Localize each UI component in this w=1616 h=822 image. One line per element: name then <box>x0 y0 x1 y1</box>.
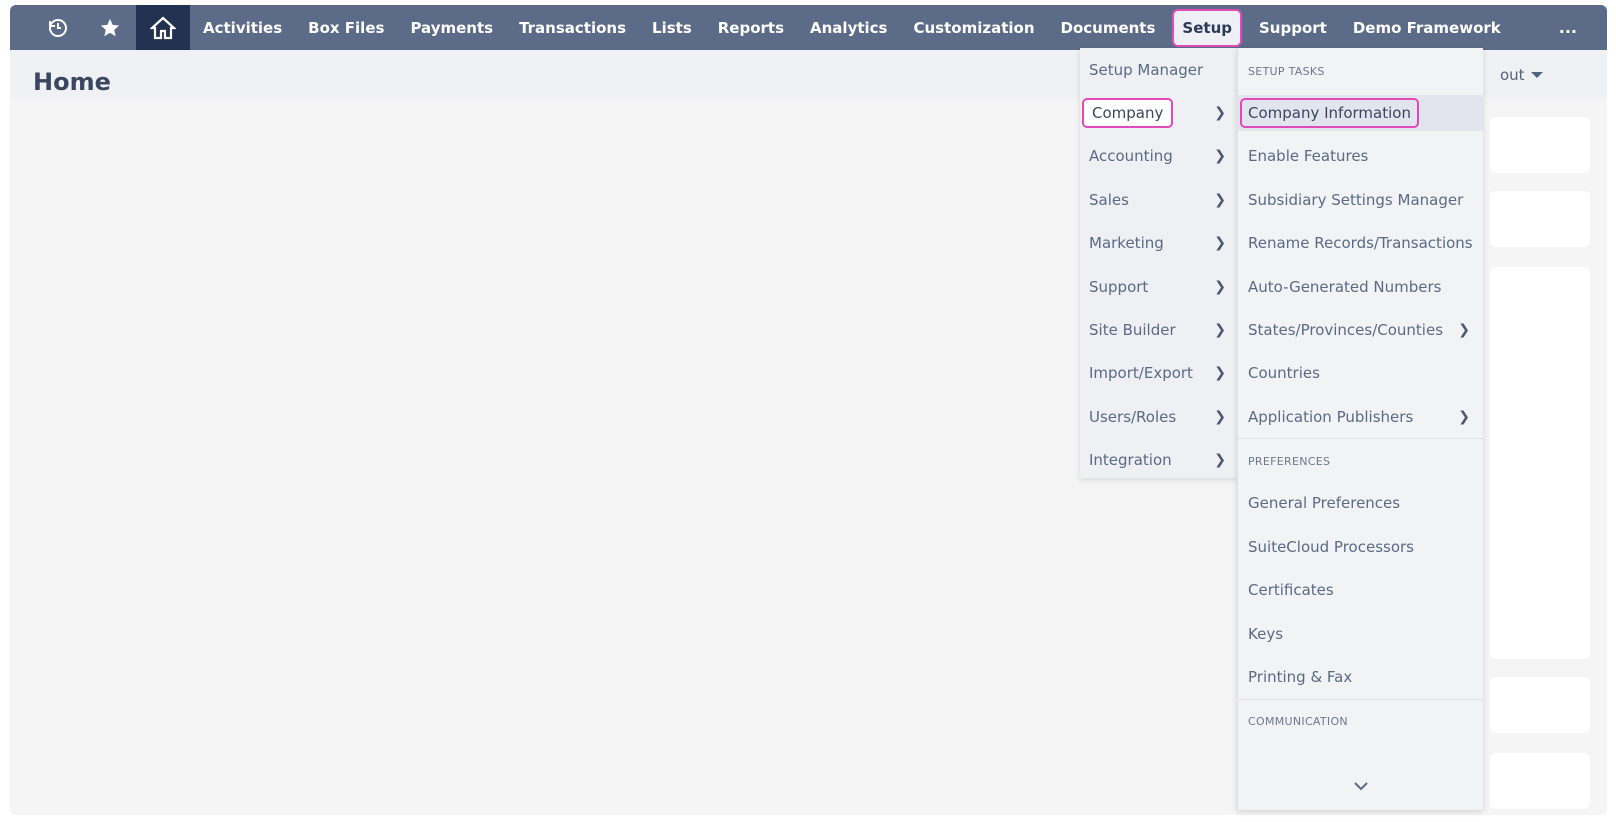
chevron-right-icon: ❯ <box>1214 235 1226 251</box>
home-icon[interactable] <box>136 5 190 50</box>
menu-sales[interactable]: Sales ❯ <box>1080 182 1240 218</box>
menu-item-label: Printing & Fax <box>1248 668 1353 686</box>
menu-item-label: Enable Features <box>1248 147 1369 165</box>
page-title: Home <box>33 68 111 96</box>
chevron-right-icon: ❯ <box>1214 365 1226 381</box>
menu-company-information[interactable]: Company Information <box>1238 95 1484 131</box>
nav-box-files[interactable]: Box Files <box>295 5 397 50</box>
menu-item-label: Keys <box>1248 625 1284 643</box>
chevron-right-icon: ❯ <box>1214 148 1226 164</box>
menu-item-label: Users/Roles <box>1089 408 1177 426</box>
menu-marketing[interactable]: Marketing ❯ <box>1080 225 1240 261</box>
nav-reports[interactable]: Reports <box>705 5 797 50</box>
menu-users-roles[interactable]: Users/Roles ❯ <box>1080 399 1240 435</box>
scroll-down-button[interactable] <box>1238 762 1484 810</box>
menu-item-label: Site Builder <box>1089 321 1176 339</box>
menu-item-label: Sales <box>1089 191 1129 209</box>
section-header-preferences: PREFERENCES <box>1248 455 1331 468</box>
menu-rename-records[interactable]: Rename Records/Transactions <box>1238 225 1484 261</box>
nav-activities[interactable]: Activities <box>190 5 295 50</box>
nav-customization[interactable]: Customization <box>900 5 1047 50</box>
chevron-right-icon: ❯ <box>1214 452 1226 468</box>
menu-item-label: General Preferences <box>1248 494 1401 512</box>
menu-auto-generated-numbers[interactable]: Auto-Generated Numbers <box>1238 269 1484 305</box>
menu-item-label: Rename Records/Transactions <box>1248 234 1473 252</box>
menu-subsidiary-settings-manager[interactable]: Subsidiary Settings Manager <box>1238 182 1484 218</box>
menu-divider <box>1238 438 1484 439</box>
chevron-right-icon: ❯ <box>1214 322 1226 338</box>
menu-states-provinces-counties[interactable]: States/Provinces/Counties ❯ <box>1238 312 1484 348</box>
menu-item-label: Company <box>1082 98 1174 128</box>
portlet-card <box>1490 753 1590 809</box>
chevron-right-icon: ❯ <box>1458 409 1470 425</box>
portlet-card <box>1490 191 1590 247</box>
recent-history-icon[interactable] <box>32 5 84 50</box>
nav-documents[interactable]: Documents <box>1048 5 1169 50</box>
menu-countries[interactable]: Countries <box>1238 355 1484 391</box>
chevron-right-icon: ❯ <box>1214 192 1226 208</box>
menu-divider <box>1238 699 1484 700</box>
top-navigation-bar: Activities Box Files Payments Transactio… <box>10 5 1607 50</box>
company-submenu: SETUP TASKS Company Information Enable F… <box>1237 48 1484 810</box>
chevron-down-icon <box>1354 782 1368 791</box>
menu-item-label: States/Provinces/Counties <box>1248 321 1444 339</box>
menu-item-label: Application Publishers <box>1248 408 1414 426</box>
nav-support[interactable]: Support <box>1246 5 1340 50</box>
menu-item-label: Marketing <box>1089 234 1164 252</box>
menu-keys[interactable]: Keys <box>1238 616 1484 652</box>
menu-support[interactable]: Support ❯ <box>1080 269 1240 305</box>
nav-payments[interactable]: Payments <box>397 5 506 50</box>
nav-setup[interactable]: Setup <box>1172 8 1242 47</box>
layout-dropdown-label: out <box>1500 66 1525 84</box>
menu-item-label: Support <box>1089 278 1149 296</box>
portlet-card <box>1490 677 1590 733</box>
nav-analytics[interactable]: Analytics <box>797 5 900 50</box>
nav-lists[interactable]: Lists <box>639 5 705 50</box>
chevron-right-icon: ❯ <box>1214 409 1226 425</box>
menu-item-label: Subsidiary Settings Manager <box>1248 191 1464 209</box>
setup-menu: Setup Manager Company ❯ Accounting ❯ Sal… <box>1080 48 1240 478</box>
portlet-card <box>1490 117 1590 173</box>
menu-accounting[interactable]: Accounting ❯ <box>1080 138 1240 174</box>
menu-item-label: Integration <box>1089 451 1172 469</box>
menu-certificates[interactable]: Certificates <box>1238 572 1484 608</box>
menu-item-label: Setup Manager <box>1089 61 1204 79</box>
menu-item-label: Certificates <box>1248 581 1334 599</box>
menu-general-preferences[interactable]: General Preferences <box>1238 485 1484 521</box>
menu-company[interactable]: Company ❯ <box>1080 95 1240 131</box>
nav-more-button[interactable]: ... <box>1529 18 1607 37</box>
menu-item-label: Import/Export <box>1089 364 1193 382</box>
menu-item-label: Accounting <box>1089 147 1173 165</box>
menu-suitecloud-processors[interactable]: SuiteCloud Processors <box>1238 529 1484 565</box>
nav-transactions[interactable]: Transactions <box>506 5 639 50</box>
favorites-star-icon[interactable] <box>84 5 136 50</box>
section-header-setup-tasks: SETUP TASKS <box>1248 65 1325 78</box>
menu-application-publishers[interactable]: Application Publishers ❯ <box>1238 399 1484 435</box>
nav-demo-framework[interactable]: Demo Framework <box>1340 5 1514 50</box>
layout-dropdown[interactable]: out <box>1500 66 1543 84</box>
menu-site-builder[interactable]: Site Builder ❯ <box>1080 312 1240 348</box>
chevron-right-icon: ❯ <box>1458 322 1470 338</box>
portlet-card <box>1490 267 1590 659</box>
menu-item-label: Auto-Generated Numbers <box>1248 278 1442 296</box>
section-header-communication: COMMUNICATION <box>1248 715 1348 728</box>
menu-import-export[interactable]: Import/Export ❯ <box>1080 355 1240 391</box>
menu-enable-features[interactable]: Enable Features <box>1238 138 1484 174</box>
chevron-right-icon: ❯ <box>1214 279 1226 295</box>
menu-item-label: Countries <box>1248 364 1320 382</box>
chevron-right-icon: ❯ <box>1214 105 1226 121</box>
caret-down-icon <box>1530 72 1543 78</box>
menu-item-label: Company Information <box>1240 98 1419 128</box>
menu-item-label: SuiteCloud Processors <box>1248 538 1414 556</box>
menu-integration[interactable]: Integration ❯ <box>1080 442 1240 478</box>
menu-setup-manager[interactable]: Setup Manager <box>1080 52 1240 88</box>
menu-printing-fax[interactable]: Printing & Fax <box>1238 659 1484 695</box>
